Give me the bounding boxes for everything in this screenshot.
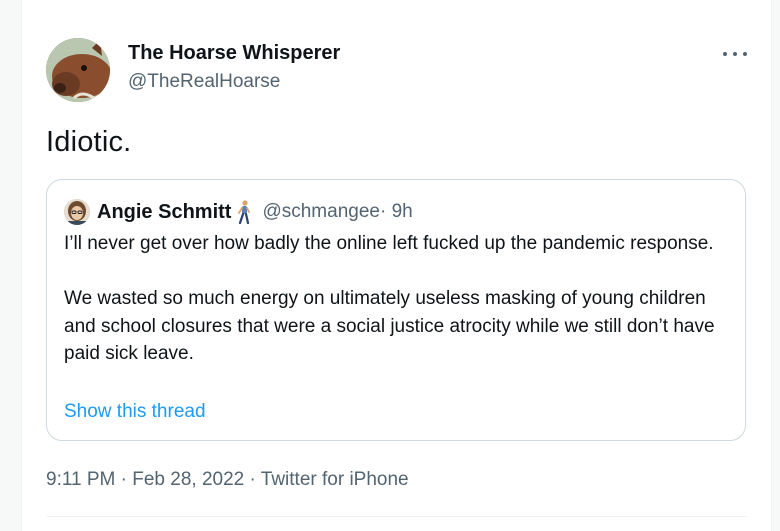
- person-avatar-icon: [64, 199, 90, 225]
- quoted-author-avatar: [64, 199, 90, 225]
- author-avatar[interactable]: [46, 38, 110, 102]
- horse-avatar-icon: [46, 38, 110, 102]
- dot-icon: [733, 52, 737, 56]
- quoted-author-handle: @schmangee: [262, 201, 380, 222]
- quoted-tweet[interactable]: Angie Schmitt @schmangee · 9h I’ll never…: [46, 179, 746, 441]
- quoted-author-name: Angie Schmitt: [97, 200, 232, 223]
- person-walking-emoji-icon: [236, 200, 252, 224]
- separator: ·: [244, 469, 261, 490]
- tweet-source[interactable]: Twitter for iPhone: [261, 469, 409, 490]
- quoted-tweet-text: I’ll never get over how badly the online…: [64, 230, 732, 368]
- tweet-text: Idiotic.: [46, 126, 132, 158]
- tweet-metadata: 9:11 PM · Feb 28, 2022 · Twitter for iPh…: [46, 469, 409, 491]
- dot-icon: [743, 52, 747, 56]
- quoted-paragraph: We wasted so much energy on ultimately u…: [64, 288, 715, 364]
- tweet-card: The Hoarse Whisperer @TheRealHoarse Idio…: [21, 0, 772, 531]
- author-handle[interactable]: @TheRealHoarse: [128, 71, 280, 93]
- author-name[interactable]: The Hoarse Whisperer: [128, 42, 340, 65]
- quoted-paragraph: I’ll never get over how badly the online…: [64, 233, 714, 254]
- tweet-date[interactable]: Feb 28, 2022: [132, 469, 244, 490]
- divider: [46, 516, 747, 517]
- show-thread-link[interactable]: Show this thread: [64, 401, 206, 423]
- dot-icon: [723, 52, 727, 56]
- separator: ·: [115, 469, 133, 490]
- tweet-time[interactable]: 9:11 PM: [46, 469, 115, 490]
- more-options-icon[interactable]: [723, 44, 747, 64]
- quoted-tweet-header: Angie Schmitt @schmangee · 9h: [64, 198, 413, 226]
- quoted-tweet-time: · 9h: [379, 201, 413, 222]
